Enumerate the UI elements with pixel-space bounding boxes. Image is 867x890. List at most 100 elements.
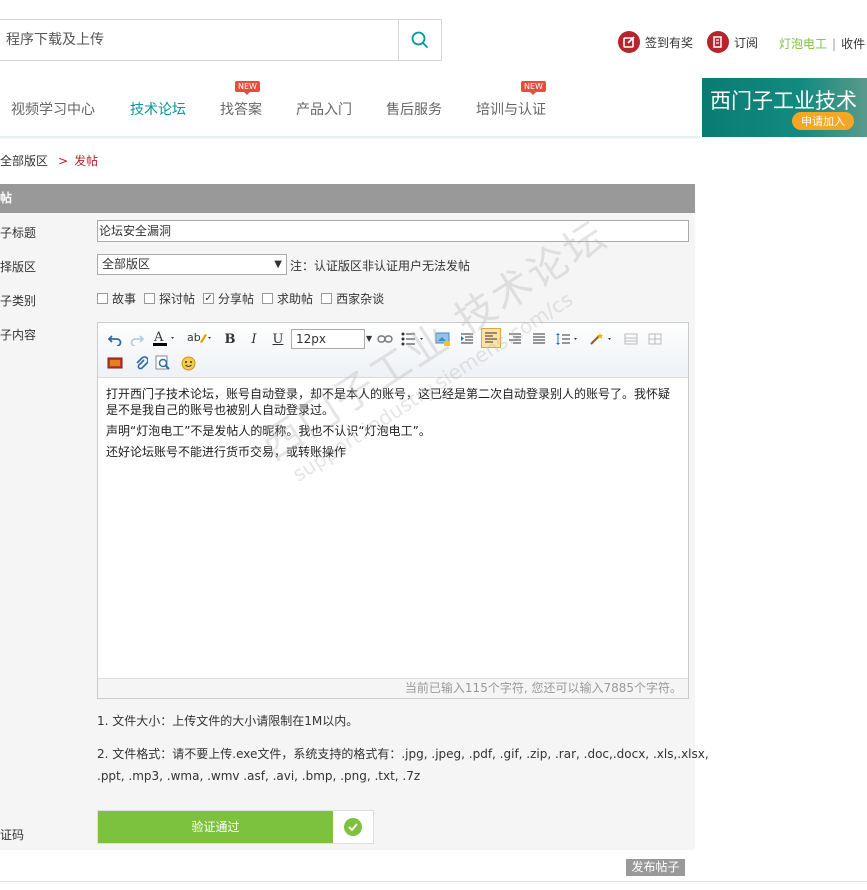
list-icon[interactable] <box>400 329 428 349</box>
category-story[interactable]: 故事 <box>97 290 136 307</box>
nav-item-forum[interactable]: 技术论坛 <box>130 99 186 119</box>
breadcrumb-current: 发帖 <box>74 154 99 168</box>
nav-label: 售后服务 <box>386 102 442 118</box>
table-split-icon[interactable] <box>646 329 664 349</box>
nav-divider <box>0 136 700 139</box>
category-label-text: 分享帖 <box>218 292 255 306</box>
username-link[interactable]: 灯泡电工 <box>779 35 827 52</box>
captcha-status: 验证通过 <box>98 811 333 843</box>
promo-banner[interactable]: 西门子工业技术 申请加入 <box>702 78 867 137</box>
category-discussion[interactable]: 探讨帖 <box>144 290 195 307</box>
checkin-link[interactable]: 签到有奖 <box>618 31 693 53</box>
redo-icon[interactable] <box>128 329 146 349</box>
svg-text:ab: ab <box>187 331 201 344</box>
nav-item-video[interactable]: 视频学习中心 <box>11 99 95 119</box>
search-input[interactable] <box>0 20 398 60</box>
nav-item-training[interactable]: NEW 培训与认证 <box>476 81 546 119</box>
align-left-button[interactable] <box>481 328 501 348</box>
nav-label: 产品入门 <box>296 102 352 118</box>
breadcrumb: 全部版区 > 发帖 <box>0 152 98 169</box>
main-nav: 视频学习中心 技术论坛 NEW 找答案 产品入门 售后服务 NEW 培训与认证 <box>0 78 700 136</box>
table-icon[interactable] <box>622 329 640 349</box>
subscribe-label: 订阅 <box>734 35 759 50</box>
italic-button[interactable]: I <box>246 329 262 349</box>
dropdown-arrow-icon: ▼ <box>366 334 373 343</box>
insert-image-icon[interactable] <box>434 329 452 349</box>
magic-wand-icon[interactable] <box>588 329 616 349</box>
nav-label: 培训与认证 <box>476 102 546 118</box>
line-height-icon[interactable] <box>554 329 582 349</box>
dropdown-arrow-icon: ▼ <box>274 259 282 270</box>
breadcrumb-separator: > <box>58 153 69 168</box>
underline-button[interactable]: U <box>270 329 286 349</box>
board-select[interactable]: 全部版区 ▼ <box>97 254 287 275</box>
link-icon[interactable] <box>376 329 394 349</box>
category-label-text: 求助帖 <box>277 292 314 306</box>
banner-join-button[interactable]: 申请加入 <box>792 112 854 130</box>
board-select-value: 全部版区 <box>102 257 151 271</box>
category-help[interactable]: 求助帖 <box>262 290 313 307</box>
category-label: 子类别 <box>0 294 37 308</box>
content-label: 子内容 <box>0 328 37 342</box>
category-label-text: 探讨帖 <box>159 292 196 306</box>
svg-text:A: A <box>153 330 164 345</box>
check-icon <box>344 818 362 836</box>
nav-label: 技术论坛 <box>130 102 186 118</box>
subscribe-link[interactable]: 订阅 <box>707 31 758 53</box>
font-color-icon[interactable]: A <box>150 328 178 348</box>
editor-content[interactable]: 打开西门子技术论坛，账号自动登录，却不是本人的账号，这已经是第二次自动登录别人的… <box>106 386 681 465</box>
highlight-icon[interactable]: ab <box>184 328 214 348</box>
new-badge: NEW <box>235 81 260 95</box>
banner-title: 西门子工业技术 <box>710 89 857 113</box>
content-line: 打开西门子技术论坛，账号自动登录，却不是本人的账号，这已经是第二次自动登录别人的… <box>106 387 671 417</box>
checkbox[interactable] <box>144 293 156 304</box>
character-counter: 当前已输入115个字符, 您还可以输入7885个字符。 <box>98 678 688 698</box>
find-replace-icon[interactable] <box>154 353 172 373</box>
align-right-icon[interactable] <box>506 329 524 349</box>
nav-item-intro[interactable]: 产品入门 <box>296 99 352 119</box>
header-separator: | <box>832 36 837 51</box>
form-header: 帖 <box>0 184 695 213</box>
checkbox[interactable] <box>97 293 108 304</box>
submit-post-button[interactable]: 发布帖子 <box>626 859 685 876</box>
attachment-icon[interactable] <box>132 353 150 373</box>
title-input[interactable]: 论坛安全漏洞 <box>97 220 689 242</box>
category-misc[interactable]: 西家杂谈 <box>321 290 384 307</box>
checkbox[interactable] <box>321 293 333 304</box>
nav-item-service[interactable]: 售后服务 <box>386 99 442 119</box>
captcha-slider[interactable]: 验证通过 <box>97 810 374 844</box>
category-options: 故事 探讨帖 ✓ 分享帖 求助帖 西家杂谈 <box>97 290 392 307</box>
new-badge: NEW <box>521 81 546 95</box>
category-share[interactable]: ✓ 分享帖 <box>203 290 254 307</box>
upload-size-note: 1. 文件大小：上传文件的大小请限制在1M以内。 <box>97 714 359 728</box>
nav-label: 视频学习中心 <box>11 102 95 118</box>
board-label: 择版区 <box>0 260 37 274</box>
bold-button[interactable]: B <box>222 329 238 349</box>
rich-text-editor: A ab B I U 12px ▼ 打开西门子技术论坛，账号自动登录，却不是本人… <box>97 212 689 699</box>
checkbox-checked[interactable]: ✓ <box>203 293 215 304</box>
captcha-label: 证码 <box>0 828 25 842</box>
nav-label: 找答案 <box>220 102 262 118</box>
undo-icon[interactable] <box>106 329 124 349</box>
board-note: 注：认证版区非认证用户无法发帖 <box>290 259 471 273</box>
content-line: 声明“灯泡电工”不是发帖人的昵称。我也不认识“灯泡电工”。 <box>106 424 431 438</box>
breadcrumb-home[interactable]: 全部版区 <box>0 152 48 169</box>
search-icon <box>411 31 428 48</box>
font-size-select[interactable]: 12px <box>291 329 365 349</box>
search-box <box>0 19 442 61</box>
insert-photo-icon[interactable] <box>106 353 124 373</box>
search-button[interactable] <box>398 20 441 60</box>
footer-divider <box>0 881 867 882</box>
content-line: 还好论坛账号不能进行货币交易，或转账操作 <box>106 445 347 459</box>
checkbox[interactable] <box>262 293 274 304</box>
favorites-link[interactable]: 收件 <box>841 35 865 52</box>
justify-icon[interactable] <box>530 329 548 349</box>
checkin-label: 签到有奖 <box>645 35 694 50</box>
title-label: 子标题 <box>0 226 37 240</box>
indent-icon[interactable] <box>458 329 476 349</box>
category-label-text: 故事 <box>112 292 137 306</box>
subscribe-icon <box>707 31 729 53</box>
editor-toolbar: A ab B I U 12px ▼ <box>98 323 688 378</box>
emoji-icon[interactable] <box>179 353 197 373</box>
nav-item-answers[interactable]: NEW 找答案 <box>220 81 262 119</box>
